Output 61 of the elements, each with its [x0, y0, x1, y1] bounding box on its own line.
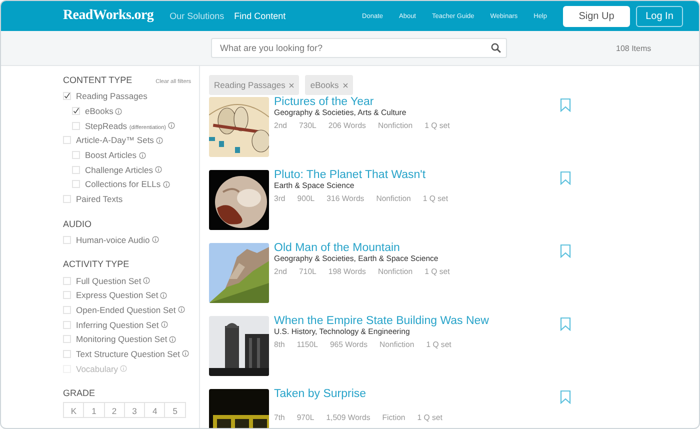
bookmark-icon[interactable]: [560, 317, 571, 331]
filter-label[interactable]: Reading Passages: [76, 91, 148, 102]
info-icon[interactable]: [160, 292, 168, 299]
result-title[interactable]: Taken by Surprise: [274, 388, 560, 400]
nav-link[interactable]: Our Solutions: [170, 11, 224, 21]
filter-label[interactable]: Challenge Articles: [85, 164, 154, 175]
result-title[interactable]: Pictures of the Year: [274, 96, 560, 108]
filter-label[interactable]: Monitoring Question Set: [76, 334, 168, 344]
info-icon[interactable]: [182, 350, 189, 358]
result-title[interactable]: When the Empire State Building Was New: [274, 315, 560, 327]
close-icon[interactable]: [342, 82, 348, 88]
section-heading: AUDIO: [63, 218, 92, 228]
bookmark-icon[interactable]: [560, 390, 571, 404]
grade-option[interactable]: 4: [144, 402, 166, 418]
bookmark-icon[interactable]: [560, 98, 571, 112]
filter-label[interactable]: Full Question Set: [76, 276, 142, 286]
log-in-button[interactable]: Log In: [636, 6, 683, 26]
info-icon[interactable]: [162, 180, 170, 188]
filter-label[interactable]: Paired Texts: [76, 194, 123, 204]
sign-up-button[interactable]: Sign Up: [563, 6, 630, 26]
checkbox[interactable]: [63, 92, 71, 100]
grade-option[interactable]: 2: [104, 402, 125, 418]
section-heading: GRADE: [63, 388, 96, 398]
result-title[interactable]: Old Man of the Mountain: [274, 242, 560, 254]
info-icon[interactable]: [143, 277, 150, 284]
nav-link[interactable]: Find Content: [234, 11, 286, 21]
filter-label[interactable]: Article-A-Day™ Sets: [76, 135, 154, 146]
info-icon[interactable]: [138, 152, 146, 159]
info-icon[interactable]: [152, 236, 159, 244]
filter-label[interactable]: Collections for ELLs: [85, 179, 161, 190]
info-icon[interactable]: [178, 306, 185, 314]
filter-chip[interactable]: Reading Passages: [209, 75, 300, 95]
search-field[interactable]: What are you looking for?: [211, 38, 507, 58]
bookmark-icon[interactable]: [560, 244, 571, 258]
checkbox[interactable]: [72, 107, 80, 116]
info-icon[interactable]: [115, 108, 122, 115]
filter-label[interactable]: Boost Articles: [85, 150, 136, 160]
grade-option[interactable]: 3: [124, 402, 146, 418]
info-icon[interactable]: [169, 336, 176, 343]
section-heading: CONTENT TYPE: [63, 75, 132, 85]
grade-option[interactable]: 5: [164, 402, 186, 418]
section-heading: ACTIVITY TYPE: [63, 259, 130, 270]
info-icon[interactable]: [160, 321, 168, 328]
filter-label[interactable]: Text Structure Question Set: [76, 348, 180, 359]
info-icon[interactable]: [155, 166, 162, 174]
item-count: 108 Items: [616, 44, 652, 52]
grade-option[interactable]: 1: [83, 402, 105, 418]
info-icon[interactable]: [168, 122, 176, 130]
filter-label[interactable]: Express Question Set: [76, 290, 158, 300]
search-icon[interactable]: [491, 43, 501, 53]
filter-label[interactable]: Open-Ended Question Set: [76, 304, 176, 315]
bookmark-icon[interactable]: [560, 171, 571, 185]
filter-label[interactable]: Inferring Question Set: [76, 320, 159, 330]
filter-chip[interactable]: eBooks: [305, 75, 353, 95]
filter-label[interactable]: Human-voice Audio: [76, 234, 150, 245]
logo[interactable]: ReadWorks.org: [63, 8, 154, 24]
close-icon[interactable]: [289, 82, 294, 88]
info-icon[interactable]: [156, 136, 163, 144]
grade-option[interactable]: K: [63, 402, 84, 418]
result-title[interactable]: Pluto: The Planet That Wasn't: [274, 169, 560, 181]
filter-label[interactable]: eBooks: [85, 106, 114, 116]
